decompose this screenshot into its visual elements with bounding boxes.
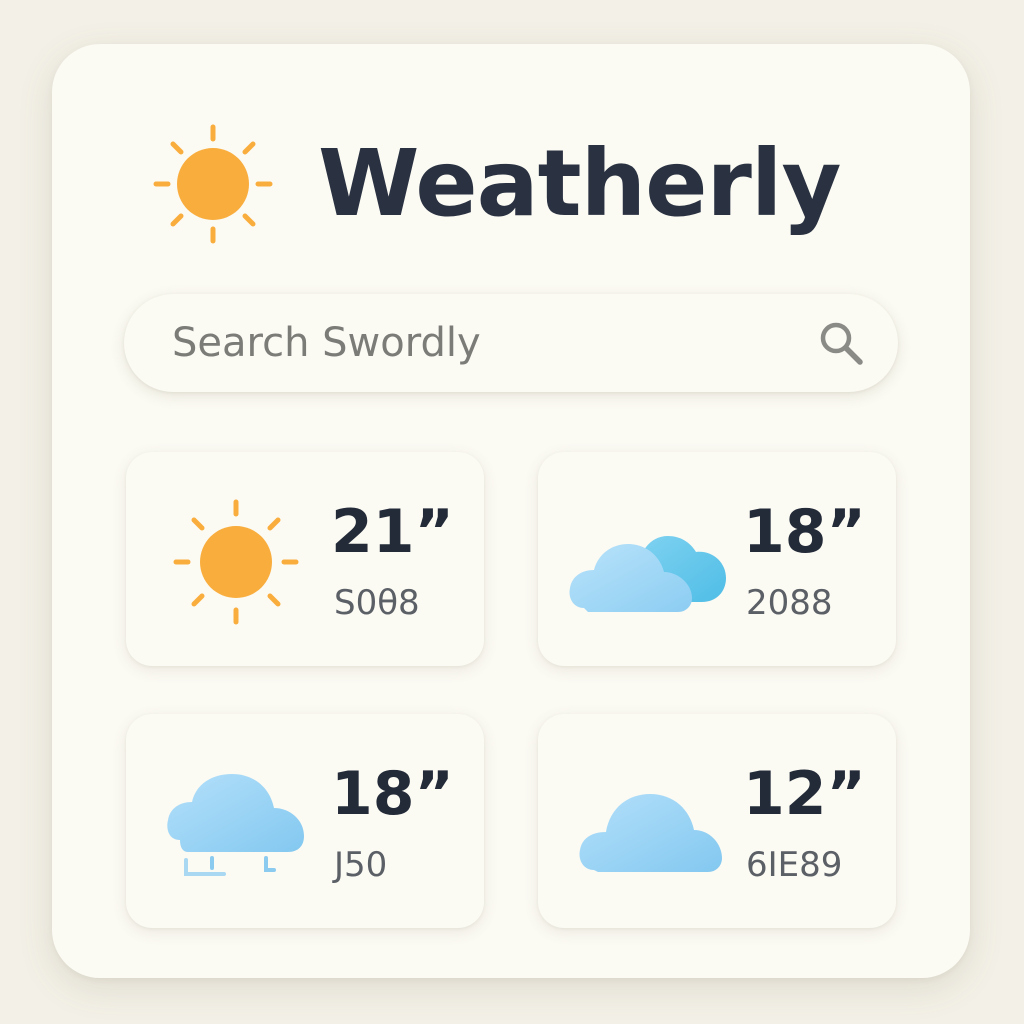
weather-card[interactable]: 21” S0θ8 — [126, 452, 484, 666]
sun-icon — [173, 499, 299, 625]
weather-card[interactable]: 18” 2088 — [538, 452, 896, 666]
app-header: Weatherly — [148, 114, 841, 254]
cloudy-icon — [569, 536, 726, 612]
weather-card[interactable]: 18” J50 — [126, 714, 484, 928]
search-bar[interactable] — [124, 294, 898, 392]
cloud-icon — [579, 794, 722, 872]
card-temperature: 18” — [331, 759, 454, 829]
weather-panel: Weatherly 21” S0θ8 — [52, 44, 970, 978]
card-label: S0θ8 — [334, 583, 420, 623]
app-title: Weatherly — [318, 130, 841, 237]
card-temperature: 12” — [743, 759, 866, 829]
sun-icon — [153, 124, 273, 244]
card-temperature: 18” — [743, 497, 866, 567]
card-temperature: 21” — [331, 497, 454, 567]
search-input[interactable] — [172, 294, 772, 392]
card-label: 6IE89 — [746, 845, 843, 885]
rain-cloud-icon — [167, 774, 304, 876]
card-label: 2088 — [746, 583, 833, 623]
search-icon[interactable] — [816, 318, 866, 368]
weather-card[interactable]: 12” 6IE89 — [538, 714, 896, 928]
card-label: J50 — [334, 845, 388, 885]
